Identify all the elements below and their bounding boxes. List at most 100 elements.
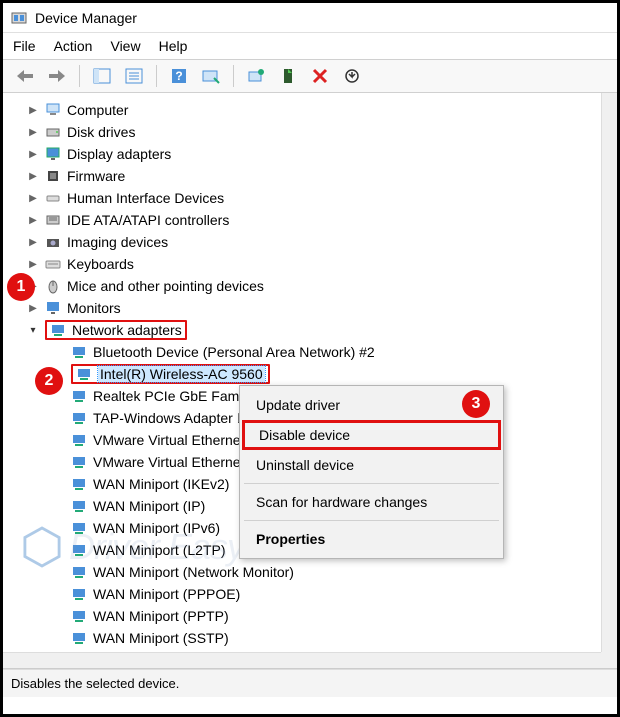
ide-icon: [45, 212, 61, 228]
tree-label: VMware Virtual Etherne: [93, 454, 241, 470]
tree-label: WAN Miniport (L2TP): [93, 542, 226, 558]
tree-label: Keyboards: [67, 256, 134, 272]
tree-label: IDE ATA/ATAPI controllers: [67, 212, 229, 228]
expand-icon[interactable]: ▶: [27, 126, 39, 138]
expand-icon[interactable]: ▶: [27, 258, 39, 270]
menu-view[interactable]: View: [110, 38, 140, 54]
forward-button[interactable]: [43, 62, 71, 90]
tree-label: TAP-Windows Adapter  : [93, 410, 247, 426]
horizontal-scrollbar[interactable]: [3, 652, 601, 668]
ctx-scan-hardware[interactable]: Scan for hardware changes: [242, 487, 501, 517]
tree-item-firmware[interactable]: ▶Firmware: [27, 165, 617, 187]
tree-item-wan-nm[interactable]: WAN Miniport (Network Monitor): [53, 561, 617, 583]
expand-icon[interactable]: ▶: [27, 236, 39, 248]
expand-icon[interactable]: ▶: [27, 192, 39, 204]
ctx-uninstall-device[interactable]: Uninstall device: [242, 450, 501, 480]
status-bar: Disables the selected device.: [3, 669, 617, 697]
network-adapter-icon: [71, 410, 87, 426]
update-button[interactable]: [242, 62, 270, 90]
properties-button[interactable]: [120, 62, 148, 90]
toolbar-separator: [79, 65, 80, 87]
menu-file[interactable]: File: [13, 38, 36, 54]
toolbar-separator: [156, 65, 157, 87]
tree-item-mice[interactable]: ▶Mice and other pointing devices: [27, 275, 617, 297]
tree-label: VMware Virtual Etherne: [93, 432, 241, 448]
tree-label: Network adapters: [72, 322, 182, 338]
scan-button[interactable]: [197, 62, 225, 90]
network-adapter-icon: [71, 586, 87, 602]
network-adapter-icon: [76, 366, 92, 382]
tree-item-wan-pppoe[interactable]: WAN Miniport (PPPOE): [53, 583, 617, 605]
network-icon: [50, 322, 66, 338]
tree-item-wan-sstp[interactable]: WAN Miniport (SSTP): [53, 627, 617, 649]
tree-item-intel-wireless[interactable]: Intel(R) Wireless-AC 9560: [53, 363, 617, 385]
ctx-separator: [244, 520, 499, 521]
network-adapter-icon: [71, 432, 87, 448]
tree-item-wan-pptp[interactable]: WAN Miniport (PPTP): [53, 605, 617, 627]
network-adapter-icon: [71, 630, 87, 646]
uninstall-button[interactable]: [338, 62, 366, 90]
tree-label: WAN Miniport (IKEv2): [93, 476, 229, 492]
tree-label: Display adapters: [67, 146, 171, 162]
menu-bar: File Action View Help: [3, 33, 617, 59]
tree-label: Mice and other pointing devices: [67, 278, 264, 294]
scrollbar-corner: [601, 652, 617, 668]
expand-icon[interactable]: ▶: [27, 104, 39, 116]
back-button[interactable]: [11, 62, 39, 90]
menu-action[interactable]: Action: [54, 38, 93, 54]
tree-item-bluetooth[interactable]: Bluetooth Device (Personal Area Network)…: [53, 341, 617, 363]
toolbar: ?: [3, 59, 617, 93]
disk-icon: [45, 124, 61, 140]
expand-icon[interactable]: ▶: [27, 214, 39, 226]
device-tree-pane: 1 2 ▶Computer ▶Disk drives ▶Display adap…: [3, 93, 617, 669]
tree-label: Computer: [67, 102, 128, 118]
app-icon: [11, 10, 27, 26]
tree-label: Intel(R) Wireless-AC 9560: [98, 366, 265, 382]
tree-label: Disk drives: [67, 124, 135, 140]
show-hide-tree-button[interactable]: [88, 62, 116, 90]
tree-item-display-adapters[interactable]: ▶ Display adapters: [27, 143, 617, 165]
window-title: Device Manager: [35, 10, 137, 26]
collapse-icon[interactable]: ▾: [27, 324, 39, 336]
computer-icon: [45, 102, 61, 118]
tree-item-keyboards[interactable]: ▶ Keyboards: [27, 253, 617, 275]
network-adapter-icon: [71, 608, 87, 624]
tree-label: Bluetooth Device (Personal Area Network)…: [93, 344, 375, 360]
display-icon: [45, 146, 61, 162]
tree-item-hid[interactable]: ▶Human Interface Devices: [27, 187, 617, 209]
svg-text:?: ?: [175, 69, 182, 83]
network-adapter-icon: [71, 520, 87, 536]
tree-label: WAN Miniport (Network Monitor): [93, 564, 294, 580]
help-button[interactable]: ?: [165, 62, 193, 90]
context-menu: 3 Update driver Disable device Uninstall…: [239, 385, 504, 559]
tree-label: WAN Miniport (PPPOE): [93, 586, 240, 602]
disable-button[interactable]: [306, 62, 334, 90]
tree-item-ide[interactable]: ▶ IDE ATA/ATAPI controllers: [27, 209, 617, 231]
expand-icon[interactable]: ▶: [27, 302, 39, 314]
tree-item-network-adapters[interactable]: ▾ Network adapters: [27, 319, 617, 341]
network-adapter-icon: [71, 476, 87, 492]
title-bar: Device Manager: [3, 3, 617, 33]
tree-item-monitors[interactable]: ▶ Monitors: [27, 297, 617, 319]
ctx-properties[interactable]: Properties: [242, 524, 501, 554]
tree-label: WAN Miniport (PPTP): [93, 608, 229, 624]
toolbar-separator: [233, 65, 234, 87]
vertical-scrollbar[interactable]: [601, 93, 617, 652]
network-adapter-icon: [71, 454, 87, 470]
keyboard-icon: [45, 256, 61, 272]
callout-badge-3: 3: [462, 390, 490, 418]
expand-icon[interactable]: ▶: [27, 170, 39, 182]
tree-label: WAN Miniport (IPv6): [93, 520, 220, 536]
mouse-icon: [45, 278, 61, 294]
device-tree[interactable]: ▶ Computer ▶ Disk drives ▶ Display adapters…: [9, 99, 617, 669]
tree-item-imaging[interactable]: ▶Imaging devices: [27, 231, 617, 253]
menu-help[interactable]: Help: [159, 38, 188, 54]
enable-button[interactable]: [274, 62, 302, 90]
expand-icon[interactable]: ▶: [27, 148, 39, 160]
tree-label: Monitors: [67, 300, 121, 316]
tree-item-computer[interactable]: ▶ Computer: [27, 99, 617, 121]
tree-item-disk-drives[interactable]: ▶ Disk drives: [27, 121, 617, 143]
tree-label: WAN Miniport (IP): [93, 498, 205, 514]
ctx-disable-device[interactable]: Disable device: [242, 420, 501, 450]
network-adapter-icon: [71, 542, 87, 558]
